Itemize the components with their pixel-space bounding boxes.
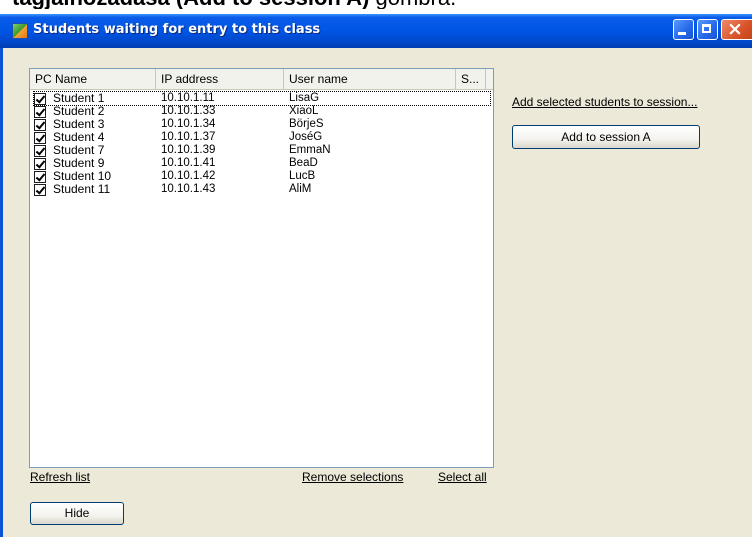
column-header-user-name[interactable]: User name bbox=[284, 69, 456, 89]
document-caption-normal: gombra. bbox=[369, 0, 456, 9]
ip-address: 10.10.1.34 bbox=[161, 118, 216, 130]
ip-address: 10.10.1.41 bbox=[161, 157, 216, 169]
refresh-list-link[interactable]: Refresh list bbox=[30, 470, 90, 484]
row-checkbox[interactable] bbox=[34, 132, 46, 144]
ip-address: 10.10.1.39 bbox=[161, 144, 216, 156]
ip-address: 10.10.1.42 bbox=[161, 170, 216, 182]
user-name: BörjeS bbox=[289, 118, 324, 130]
user-name: JoséG bbox=[289, 131, 323, 143]
pc-name: Student 11 bbox=[53, 182, 111, 196]
row-checkbox[interactable] bbox=[34, 158, 46, 170]
ip-address: 10.10.1.37 bbox=[161, 131, 216, 143]
select-all-link[interactable]: Select all bbox=[438, 470, 487, 484]
user-name: LucB bbox=[289, 170, 316, 182]
close-icon[interactable]: × bbox=[721, 18, 752, 40]
ip-address: 10.10.1.43 bbox=[161, 183, 216, 195]
user-name: XiaoL bbox=[289, 105, 319, 117]
app-icon bbox=[12, 23, 28, 39]
user-name: AliM bbox=[289, 183, 312, 195]
window-title: Students waiting for entry to this class bbox=[33, 22, 321, 37]
students-list[interactable]: PC Name IP address User name S... Studen… bbox=[29, 68, 494, 468]
document-caption: tagjaihozadasa (Add to session A) gombra… bbox=[12, 0, 456, 9]
maximize-icon[interactable] bbox=[697, 19, 718, 40]
user-name: BeaD bbox=[289, 157, 318, 169]
user-name: EmmaN bbox=[289, 144, 331, 156]
row-checkbox[interactable] bbox=[34, 119, 46, 131]
hide-button[interactable]: Hide bbox=[30, 502, 124, 525]
column-header-status[interactable]: S... bbox=[456, 69, 486, 89]
column-header-pc-name[interactable]: PC Name bbox=[30, 69, 156, 89]
list-header: PC Name IP address User name S... bbox=[30, 69, 493, 90]
row-checkbox[interactable] bbox=[34, 145, 46, 157]
row-checkbox[interactable] bbox=[34, 184, 46, 196]
document-caption-bold: tagjaihozadasa (Add to session A) bbox=[12, 0, 369, 9]
user-name: LisaG bbox=[289, 92, 320, 104]
add-selected-students-link[interactable]: Add selected students to session... bbox=[512, 95, 697, 109]
ip-address: 10.10.1.33 bbox=[161, 105, 216, 117]
students-waiting-window: Students waiting for entry to this class… bbox=[0, 14, 752, 537]
list-row[interactable]: Student 11 10.10.1.43 AliM bbox=[34, 183, 490, 196]
close-glyph: × bbox=[727, 18, 743, 40]
ip-address: 10.10.1.11 bbox=[161, 92, 215, 104]
row-checkbox[interactable] bbox=[34, 93, 46, 105]
minimize-icon[interactable] bbox=[673, 19, 694, 40]
column-header-ip-address[interactable]: IP address bbox=[156, 69, 284, 89]
remove-selections-link[interactable]: Remove selections bbox=[302, 470, 403, 484]
add-to-session-button[interactable]: Add to session A bbox=[512, 125, 700, 149]
title-bar[interactable]: Students waiting for entry to this class… bbox=[0, 14, 752, 48]
row-checkbox[interactable] bbox=[34, 106, 46, 118]
row-checkbox[interactable] bbox=[34, 171, 46, 183]
